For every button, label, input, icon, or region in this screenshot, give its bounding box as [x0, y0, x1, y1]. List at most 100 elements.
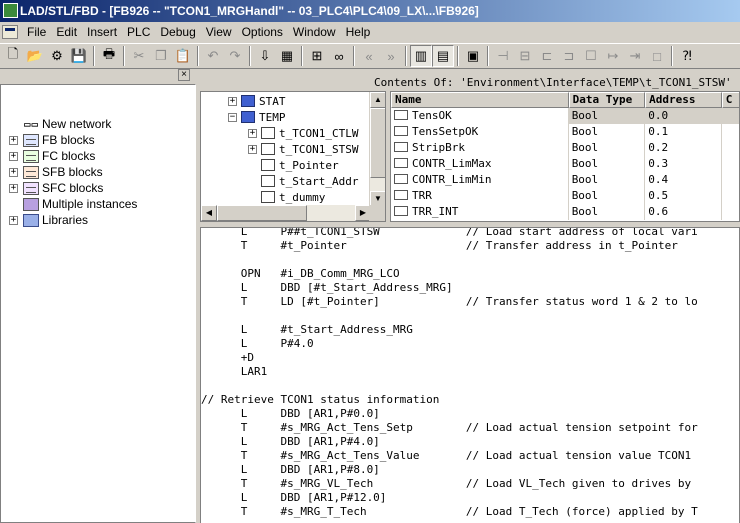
cell-comment[interactable]	[721, 108, 739, 124]
cell-address[interactable]: 0.4	[645, 172, 722, 188]
menu-plc[interactable]: PLC	[122, 22, 155, 42]
new-network-icon[interactable]: ▣	[462, 45, 484, 67]
cell-comment[interactable]	[722, 156, 739, 172]
cell-name[interactable]: CONTR_LimMin	[391, 172, 569, 188]
menu-insert[interactable]: Insert	[82, 22, 122, 42]
monitor-icon[interactable]: ∞	[328, 45, 350, 67]
tree-item-multiple-instances[interactable]: Multiple instances	[1, 196, 137, 212]
cell-data-type[interactable]: Bool	[569, 204, 646, 220]
scroll-thumb[interactable]	[370, 108, 385, 178]
expand-icon[interactable]: +	[248, 144, 257, 154]
copy-icon[interactable]: ❐	[150, 45, 172, 67]
tree-item-fb-blocks[interactable]: + FB blocks	[1, 132, 95, 148]
code-line[interactable]: T LD [#t_Pointer] // Transfer status wor…	[201, 295, 698, 309]
tree-item-new-network[interactable]: ▭▭ New network	[1, 116, 111, 132]
tree-item-sfc-blocks[interactable]: + SFC blocks	[1, 180, 103, 196]
code-line[interactable]: L DBD [#t_Start_Address_MRG]	[201, 281, 453, 295]
variables-table[interactable]: Name Data Type Address C TensOK Bool 0.0 Te…	[390, 91, 740, 222]
cell-name[interactable]: TRR	[391, 188, 569, 204]
menu-debug[interactable]: Debug	[155, 22, 200, 42]
paste-icon[interactable]: 📋	[172, 45, 194, 67]
table-row[interactable]: TensSetpOK Bool 0.1	[391, 124, 739, 140]
expand-icon[interactable]: +	[248, 128, 257, 138]
contact-icon[interactable]: ⊣	[492, 45, 514, 67]
cell-comment[interactable]	[722, 188, 739, 204]
table-row[interactable]: TensOK Bool 0.0	[391, 108, 739, 124]
cell-address[interactable]: 0.6	[645, 204, 722, 220]
cell-data-type[interactable]: Bool	[569, 140, 646, 156]
branch-open-icon[interactable]: ⊏	[536, 45, 558, 67]
code-line[interactable]: L DBD [AR1,P#12.0]	[201, 491, 387, 505]
coil-icon[interactable]: ⊟	[514, 45, 536, 67]
expand-icon[interactable]: −	[228, 112, 237, 122]
code-line[interactable]: L DBD [AR1,P#8.0]	[201, 463, 380, 477]
code-line[interactable]: T #t_Pointer // Transfer address in t_Po…	[201, 239, 678, 253]
column-header-name[interactable]: Name	[391, 92, 569, 108]
cell-name[interactable]: TensSetpOK	[391, 124, 569, 140]
close-panel-button[interactable]: ×	[178, 69, 190, 81]
cell-name[interactable]: StripBrk	[391, 140, 569, 156]
line-icon[interactable]: ⇥	[624, 45, 646, 67]
code-line[interactable]: OPN #i_DB_Comm_MRG_LCO	[201, 267, 400, 281]
cell-data-type[interactable]: Bool	[569, 156, 646, 172]
code-line[interactable]: // Retrieve TCON1 status information	[201, 393, 439, 407]
expand-icon[interactable]: +	[9, 215, 18, 225]
download-icon[interactable]: ⇩	[254, 45, 276, 67]
code-line[interactable]: T #s_MRG_Act_Tens_Value // Load actual t…	[201, 449, 691, 463]
tree-item-sfb-blocks[interactable]: + SFB blocks	[1, 164, 103, 180]
print-icon[interactable]: 🖶	[98, 45, 120, 67]
empty-box-icon[interactable]: □	[646, 45, 668, 67]
cell-data-type[interactable]: Bool	[568, 108, 646, 124]
save-icon[interactable]: 💾	[68, 45, 90, 67]
open-icon[interactable]: 📂	[24, 45, 46, 67]
code-line[interactable]: LAR1	[201, 365, 268, 379]
interface-item-t-start-addr[interactable]: t_Start_Addr	[201, 173, 358, 189]
expand-icon[interactable]: +	[228, 96, 237, 106]
table-row[interactable]: TRR_INT Bool 0.6	[391, 204, 739, 220]
code-line[interactable]: +D	[201, 351, 254, 365]
table-row[interactable]: CONTR_LimMax Bool 0.3	[391, 156, 739, 172]
scroll-thumb[interactable]	[217, 205, 307, 221]
interface-item-temp[interactable]: − TEMP	[201, 109, 286, 125]
scroll-left-icon[interactable]: ◀	[201, 205, 217, 221]
interface-item-t-dummy[interactable]: t_dummy	[201, 189, 325, 205]
code-line[interactable]: L #t_Start_Address_MRG	[201, 323, 413, 337]
details-icon[interactable]: ▤	[432, 45, 454, 67]
title-bar[interactable]: LAD/STL/FBD - [FB926 -- "TCON1_MRGHandl"…	[0, 0, 740, 22]
new-icon[interactable]: 🗋	[2, 45, 24, 67]
box-icon[interactable]: ☐	[580, 45, 602, 67]
prev-network-icon[interactable]: «	[358, 45, 380, 67]
code-line[interactable]: L DBD [AR1,P#4.0]	[201, 435, 380, 449]
cell-comment[interactable]	[722, 124, 739, 140]
cell-comment[interactable]	[722, 172, 739, 188]
scroll-up-icon[interactable]: ▲	[370, 92, 385, 108]
interface-tree-vertical-scrollbar[interactable]: ▲ ▼	[369, 92, 385, 207]
cell-data-type[interactable]: Bool	[569, 188, 646, 204]
expand-icon[interactable]: +	[9, 151, 18, 161]
column-header-address[interactable]: Address	[645, 92, 722, 108]
code-line[interactable]: T #s_MRG_T_Tech // Load T_Tech (force) a…	[201, 505, 698, 519]
menu-help[interactable]: Help	[341, 22, 376, 42]
column-header-data-type[interactable]: Data Type	[568, 92, 646, 108]
expand-icon[interactable]: +	[9, 167, 18, 177]
cell-name[interactable]: CONTR_LimMax	[391, 156, 569, 172]
branch-close-icon[interactable]: ⊐	[558, 45, 580, 67]
table-row[interactable]: CONTR_LimMin Bool 0.4	[391, 172, 739, 188]
cell-address[interactable]: 0.5	[645, 188, 722, 204]
cell-comment[interactable]	[722, 204, 739, 220]
code-line[interactable]: L DBD [AR1,P#0.0]	[201, 407, 380, 421]
cut-icon[interactable]: ✂	[128, 45, 150, 67]
code-line[interactable]: T #s_MRG_Act_Tens_Setp // Load actual te…	[201, 421, 698, 435]
expand-icon[interactable]: +	[9, 135, 18, 145]
cell-name[interactable]: TRR_INT	[391, 204, 569, 220]
document-window-icon[interactable]	[2, 25, 18, 39]
undo-icon[interactable]: ↶	[202, 45, 224, 67]
cell-address[interactable]: 0.1	[645, 124, 722, 140]
next-network-icon[interactable]: »	[380, 45, 402, 67]
tree-item-fc-blocks[interactable]: + FC blocks	[1, 148, 95, 164]
interface-tree-horizontal-scrollbar[interactable]: ◀ ▶	[201, 205, 371, 221]
menu-file[interactable]: File	[22, 22, 51, 42]
program-elements-tree[interactable]: ▭▭ New network + FB blocks + FC blocks + SFB bl…	[0, 84, 196, 523]
expand-icon[interactable]: +	[9, 183, 18, 193]
table-row[interactable]: StripBrk Bool 0.2	[391, 140, 739, 156]
